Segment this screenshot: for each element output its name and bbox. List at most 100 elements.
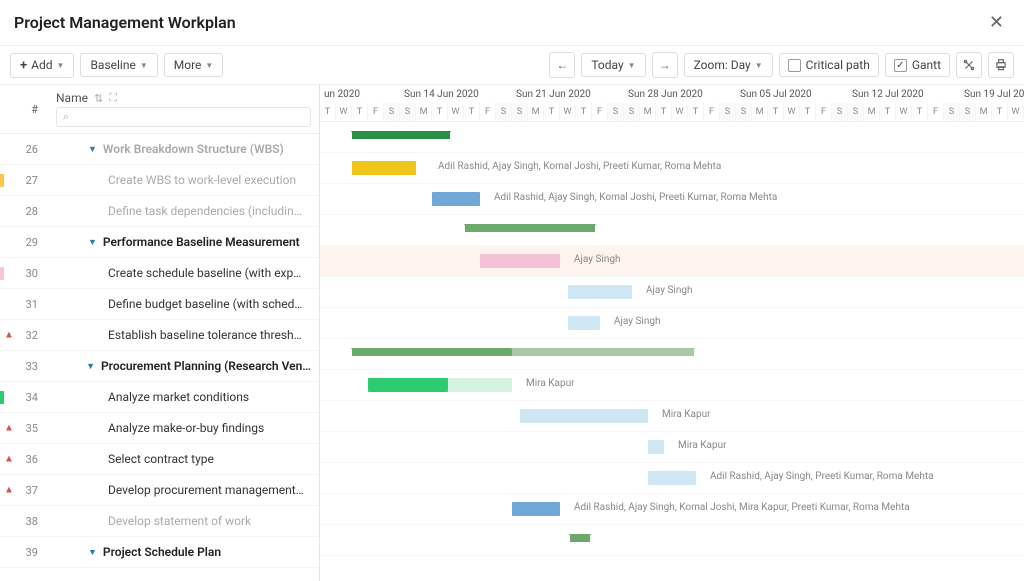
week-header: Sun 05 Jul 2020 (736, 85, 848, 103)
task-name[interactable]: ▼Project Schedule Plan (48, 545, 319, 559)
sort-icon[interactable]: ⇅ (94, 92, 103, 105)
task-name[interactable]: Create WBS to work-level execution (48, 173, 319, 187)
gantt-row: Ajay Singh (320, 246, 1024, 277)
day-header: S (512, 103, 528, 121)
task-bar[interactable] (520, 409, 648, 423)
day-header: W (784, 103, 800, 121)
name-header: Name (56, 91, 88, 105)
prev-button[interactable]: ← (549, 52, 575, 78)
task-bar[interactable] (368, 378, 448, 392)
day-header: S (848, 103, 864, 121)
day-header: S (832, 103, 848, 121)
task-row[interactable]: 32▲Establish baseline tolerance thresh… (0, 320, 319, 351)
task-row[interactable]: 28Define task dependencies (includin… (0, 196, 319, 227)
task-bar[interactable] (568, 285, 632, 299)
close-icon[interactable]: ✕ (983, 10, 1010, 35)
summary-bar[interactable] (465, 224, 595, 232)
today-button[interactable]: Today▼ (581, 53, 645, 77)
day-header: T (544, 103, 560, 121)
task-row[interactable]: 36▲Select contract type (0, 444, 319, 475)
task-name[interactable]: ▼Procurement Planning (Research Ven… (48, 359, 319, 373)
gantt-toggle[interactable]: ✓Gantt (885, 53, 950, 77)
task-row[interactable]: 30Create schedule baseline (with exp… (0, 258, 319, 289)
week-header: un 2020 (320, 85, 400, 103)
day-header: T (656, 103, 672, 121)
task-bar[interactable] (432, 192, 480, 206)
critical-path-toggle[interactable]: Critical path (779, 53, 879, 77)
task-name[interactable]: ▼Performance Baseline Measurement (48, 235, 319, 249)
task-row[interactable]: 29▼Performance Baseline Measurement (0, 227, 319, 258)
day-header: M (416, 103, 432, 121)
task-name[interactable]: ▼Work Breakdown Structure (WBS) (48, 142, 319, 156)
next-button[interactable]: → (652, 52, 678, 78)
task-name[interactable]: Define task dependencies (includin… (48, 204, 319, 218)
day-header: M (640, 103, 656, 121)
day-header: T (880, 103, 896, 121)
day-header: S (736, 103, 752, 121)
task-row[interactable]: 26▼Work Breakdown Structure (WBS) (0, 134, 319, 165)
task-name[interactable]: Establish baseline tolerance thresh… (48, 328, 319, 342)
gantt-row: Ajay Singh (320, 308, 1024, 339)
task-bar[interactable] (448, 378, 512, 392)
task-row[interactable]: 27Create WBS to work-level execution (0, 165, 319, 196)
row-number: 37▲ (0, 484, 48, 497)
baseline-label: Baseline (90, 58, 135, 72)
summary-bar[interactable] (352, 348, 512, 356)
task-name[interactable]: Analyze make-or-buy findings (48, 421, 319, 435)
day-header: M (976, 103, 992, 121)
day-header: T (992, 103, 1008, 121)
task-name[interactable]: Define budget baseline (with sched… (48, 297, 319, 311)
gantt-row (320, 215, 1024, 246)
task-name[interactable]: Develop procurement management… (48, 483, 319, 497)
day-header: W (896, 103, 912, 121)
task-name[interactable]: Create schedule baseline (with exp… (48, 266, 319, 280)
task-row[interactable]: 38Develop statement of work (0, 506, 319, 537)
collapse-icon[interactable]: ▼ (88, 144, 97, 155)
task-row[interactable]: 33▼Procurement Planning (Research Ven… (0, 351, 319, 382)
summary-bar[interactable] (512, 348, 694, 356)
day-header: F (704, 103, 720, 121)
search-icon: ⌕ (63, 110, 69, 124)
tools-icon[interactable] (956, 52, 982, 78)
task-bar[interactable] (512, 502, 560, 516)
gantt-row (320, 525, 1024, 556)
task-name[interactable]: Select contract type (48, 452, 319, 466)
task-bar[interactable] (568, 316, 600, 330)
add-button[interactable]: +Add▼ (10, 53, 74, 78)
collapse-icon[interactable]: ▼ (86, 361, 95, 372)
task-bar[interactable] (648, 440, 664, 454)
add-label: Add (31, 58, 52, 72)
summary-bar[interactable] (352, 131, 450, 139)
task-bar[interactable] (648, 471, 696, 485)
chevron-down-icon: ▼ (755, 61, 763, 70)
task-name[interactable]: Analyze market conditions (48, 390, 319, 404)
week-header: Sun 19 Jul 2020 (960, 85, 1024, 103)
task-row[interactable]: 35▲Analyze make-or-buy findings (0, 413, 319, 444)
collapse-icon[interactable]: ▼ (88, 547, 97, 558)
task-bar[interactable] (480, 254, 560, 268)
print-icon[interactable] (988, 52, 1014, 78)
day-header: W (336, 103, 352, 121)
chevron-down-icon: ▼ (628, 61, 636, 70)
collapse-icon[interactable]: ▼ (88, 237, 97, 248)
task-bar[interactable] (352, 161, 416, 175)
week-header: Sun 14 Jun 2020 (400, 85, 512, 103)
day-header: W (448, 103, 464, 121)
task-row[interactable]: 34Analyze market conditions (0, 382, 319, 413)
day-header: S (400, 103, 416, 121)
zoom-button[interactable]: Zoom: Day▼ (684, 53, 773, 77)
alert-icon: ▲ (4, 454, 14, 465)
day-header: M (864, 103, 880, 121)
task-name[interactable]: Develop statement of work (48, 514, 319, 528)
search-input[interactable]: ⌕ (56, 107, 311, 127)
task-row[interactable]: 31Define budget baseline (with sched… (0, 289, 319, 320)
more-button[interactable]: More▼ (164, 53, 224, 77)
assignees: Adil Rashid, Ajay Singh, Preeti Kumar, R… (710, 471, 934, 482)
baseline-button[interactable]: Baseline▼ (80, 53, 157, 77)
task-row[interactable]: 37▲Develop procurement management… (0, 475, 319, 506)
expand-icon[interactable]: ⛶ (109, 91, 117, 105)
day-header: S (720, 103, 736, 121)
summary-bar[interactable] (570, 534, 590, 542)
task-row[interactable]: 39▼Project Schedule Plan (0, 537, 319, 568)
chevron-down-icon: ▼ (205, 61, 213, 70)
